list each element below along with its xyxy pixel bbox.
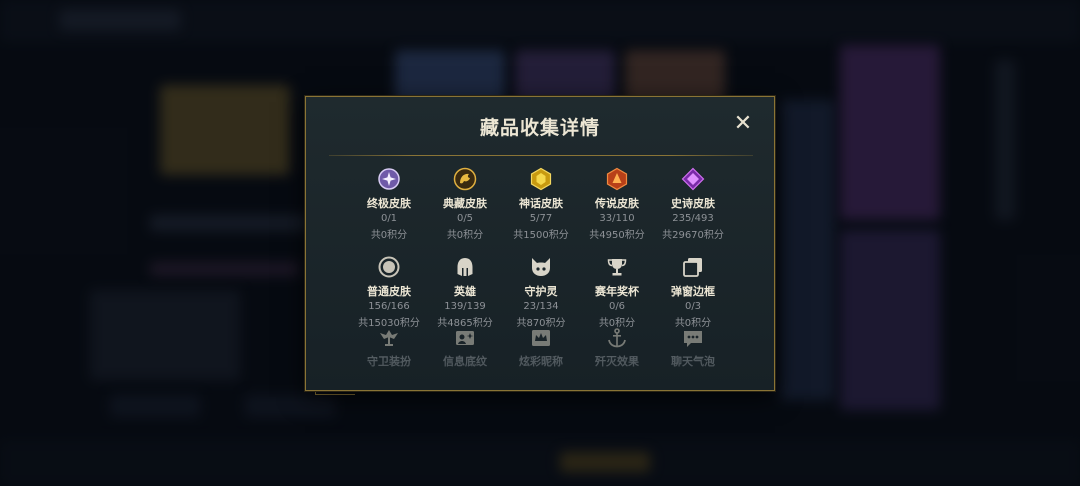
collection-grid-more: 守卫装扮 信息底纹 炫彩昵称 歼灭效果 聊天气泡: [351, 327, 731, 368]
crown-card-icon: [529, 327, 553, 349]
category-chroma-nickname[interactable]: 炫彩昵称: [503, 327, 579, 368]
category-mythic-skin[interactable]: 神话皮肤 5/77 共1500积分: [503, 167, 579, 247]
category-hero[interactable]: 英雄 139/139 共4865积分: [427, 255, 503, 335]
category-name: 英雄: [454, 285, 476, 298]
close-icon[interactable]: ✕: [732, 113, 754, 135]
category-name: 普通皮肤: [367, 285, 411, 298]
category-name: 神话皮肤: [519, 197, 563, 210]
category-count: 0/6: [608, 301, 626, 312]
category-name: 终极皮肤: [367, 197, 411, 210]
category-points: 共0积分: [370, 230, 408, 241]
category-mythic-dragon-skin[interactable]: 典藏皮肤 0/5 共0积分: [427, 167, 503, 247]
category-elimination-effect[interactable]: 歼灭效果: [579, 327, 655, 368]
helmet-icon: [453, 255, 477, 279]
category-count: 235/493: [672, 213, 714, 224]
category-name: 弹窗边框: [671, 285, 715, 298]
category-points: 共0积分: [446, 230, 484, 241]
category-standard-skin[interactable]: 普通皮肤 156/166 共15030积分: [351, 255, 427, 335]
category-points: 共29670积分: [662, 230, 724, 241]
category-epic-skin[interactable]: 史诗皮肤 235/493 共29670积分: [655, 167, 731, 247]
category-ultimate-skin[interactable]: 终极皮肤 0/1 共0积分: [351, 167, 427, 247]
category-name: 守护灵: [524, 285, 558, 298]
category-points: 共4950积分: [589, 230, 645, 241]
anchor-icon: [605, 327, 629, 349]
chat-bubble-icon: [681, 327, 705, 349]
category-season-trophy[interactable]: 赛年奖杯 0/6 共0积分: [579, 255, 655, 335]
category-count: 5/77: [529, 213, 553, 224]
collection-details-modal: 藏品收集详情 ✕ 终极皮肤 0/1 共0积分 典藏皮肤 0/5 共0积分 神话皮…: [305, 96, 775, 391]
category-chat-bubble[interactable]: 聊天气泡: [655, 327, 731, 368]
category-count: 0/5: [456, 213, 474, 224]
category-ward-skin[interactable]: 守卫装扮: [351, 327, 427, 368]
mythic-skin-icon: [529, 167, 553, 191]
title-divider: [329, 155, 753, 156]
guardian-icon: [529, 255, 553, 279]
ultimate-skin-icon: [377, 167, 401, 191]
category-name: 典藏皮肤: [443, 197, 487, 210]
info-card-icon: [453, 327, 477, 349]
category-guardian[interactable]: 守护灵 23/134 共870积分: [503, 255, 579, 335]
category-name: 史诗皮肤: [671, 197, 715, 210]
category-count: 156/166: [368, 301, 410, 312]
ward-icon: [377, 327, 401, 349]
category-count: 33/110: [599, 213, 635, 224]
category-popup-frame[interactable]: 弹窗边框 0/3 共0积分: [655, 255, 731, 335]
trophy-icon: [605, 255, 629, 279]
category-count: 0/3: [684, 301, 702, 312]
category-name: 赛年奖杯: [595, 285, 639, 298]
epic-skin-icon: [681, 167, 705, 191]
category-count: 0/1: [380, 213, 398, 224]
frame-icon: [681, 255, 705, 279]
category-legendary-skin[interactable]: 传说皮肤 33/110 共4950积分: [579, 167, 655, 247]
category-name: 歼灭效果: [595, 355, 639, 368]
category-info-card[interactable]: 信息底纹: [427, 327, 503, 368]
category-points: 共1500积分: [513, 230, 569, 241]
category-name: 炫彩昵称: [519, 355, 563, 368]
mythic-dragon-icon: [453, 167, 477, 191]
modal-corner-decoration: [315, 391, 355, 395]
legendary-skin-icon: [605, 167, 629, 191]
category-name: 信息底纹: [443, 355, 487, 368]
collection-grid: 终极皮肤 0/1 共0积分 典藏皮肤 0/5 共0积分 神话皮肤 5/77 共1…: [351, 167, 731, 335]
category-name: 守卫装扮: [367, 355, 411, 368]
category-count: 23/134: [523, 301, 559, 312]
category-name: 传说皮肤: [595, 197, 639, 210]
category-count: 139/139: [444, 301, 486, 312]
category-name: 聊天气泡: [671, 355, 715, 368]
modal-title: 藏品收集详情: [479, 117, 600, 139]
standard-skin-icon: [377, 255, 401, 279]
